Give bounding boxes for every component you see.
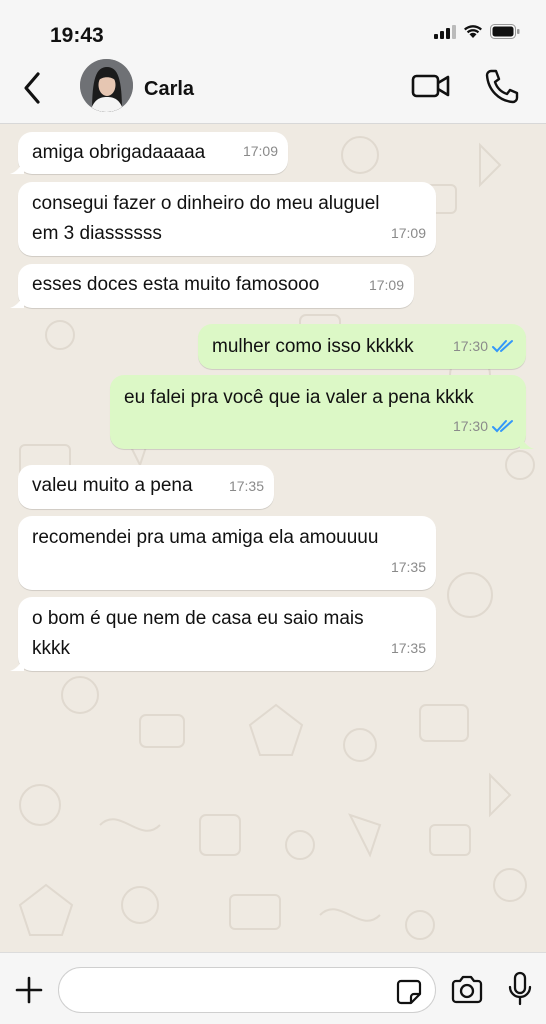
sticker-icon[interactable] (395, 978, 423, 1006)
message-time: 17:35 (228, 478, 264, 494)
contact-name[interactable]: Carla (144, 78, 194, 101)
bubble-tail (10, 160, 24, 174)
message-time: 17:30 (453, 411, 516, 441)
bubble-tail (10, 294, 24, 308)
message-time: 17:09 (242, 143, 278, 159)
message-text: mulher como isso kkkkk (212, 336, 414, 357)
message-time: 17:35 (390, 640, 426, 656)
status-bar: 19:43 (0, 0, 546, 56)
video-call-icon[interactable] (410, 70, 452, 102)
chat-area[interactable]: amiga obrigadaaaaa 17:09 consegui fazer … (0, 125, 546, 952)
signal-icon (434, 24, 456, 39)
avatar-photo (80, 59, 133, 112)
plus-icon[interactable] (14, 975, 44, 1005)
message-text: eu falei pra você que ia valer a pena kk… (124, 387, 474, 408)
double-check-icon (492, 420, 513, 433)
message-time: 17:09 (390, 225, 426, 241)
message-text: amiga obrigadaaaaa (32, 142, 206, 163)
message-bubble-incoming[interactable]: o bom é que nem de casa eu saio mais kkk… (10, 597, 436, 671)
back-icon[interactable] (18, 68, 48, 108)
message-bubble-incoming[interactable]: recomendei pra uma amiga ela amouuuu 17:… (18, 516, 436, 590)
camera-icon[interactable] (450, 975, 484, 1005)
chat-header: Carla (0, 56, 546, 124)
message-bubble-incoming[interactable]: valeu muito a pena 17:35 (18, 465, 274, 509)
bubble-tail (10, 657, 24, 671)
message-text: recomendei pra uma amiga ela amouuuu (32, 527, 379, 548)
mic-icon[interactable] (507, 971, 533, 1007)
composer-bar (0, 952, 546, 1024)
battery-icon (490, 24, 520, 39)
message-time: 17:30 (453, 331, 516, 361)
message-bubble-incoming[interactable]: amiga obrigadaaaaa 17:09 (10, 132, 288, 174)
message-bubble-incoming[interactable]: esses doces esta muito famosooo 17:09 (10, 264, 414, 308)
bubble-tail (520, 435, 534, 449)
message-input-wrapper[interactable] (58, 967, 436, 1013)
message-input[interactable] (75, 976, 375, 1006)
message-text: o bom é que nem de casa eu saio mais kkk… (32, 608, 364, 659)
phone-icon[interactable] (483, 67, 519, 105)
message-text: esses doces esta muito famosooo (32, 274, 320, 295)
double-check-icon (492, 340, 513, 353)
message-bubble-outgoing[interactable]: mulher como isso kkkkk 17:30 (198, 324, 526, 369)
message-bubble-incoming[interactable]: consegui fazer o dinheiro do meu aluguel… (18, 182, 436, 256)
avatar[interactable] (80, 59, 133, 112)
message-text: valeu muito a pena (32, 475, 193, 496)
message-bubble-outgoing[interactable]: eu falei pra você que ia valer a pena kk… (110, 375, 534, 449)
message-time: 17:35 (390, 559, 426, 575)
message-time: 17:09 (368, 277, 404, 293)
status-icons (434, 24, 520, 39)
message-text: consegui fazer o dinheiro do meu aluguel… (32, 193, 380, 244)
wifi-icon (464, 25, 482, 38)
status-time: 19:43 (50, 24, 104, 47)
